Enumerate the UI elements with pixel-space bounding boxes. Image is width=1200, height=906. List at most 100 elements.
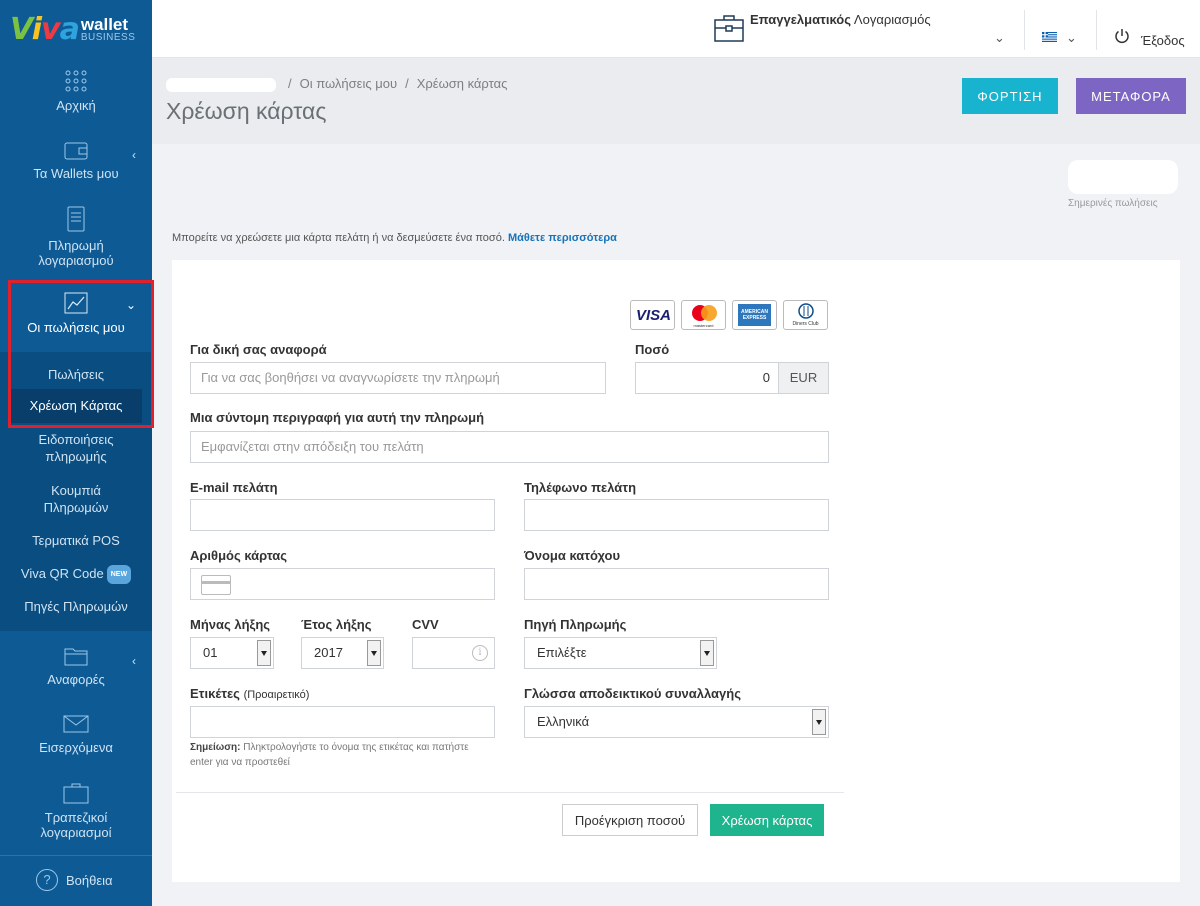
sidebar-item-inbox[interactable]: Εισερχόμενα [0,714,152,755]
sidebar: Viva wallet BUSINESS Αρχική ‹ Τα Wallets… [0,0,154,906]
submenu-item-pos-terminals[interactable]: Τερματικά POS [0,532,152,549]
tags-input[interactable] [190,706,495,738]
amount-input[interactable]: 0 EUR [635,362,829,394]
email-label: E-mail πελάτη [190,480,278,495]
dropdown-arrow-icon [700,640,714,666]
divider [1096,10,1097,50]
diners-club-icon: Diners Club [783,300,828,330]
payment-source-label: Πηγή Πληρωμής [524,617,627,632]
transfer-button[interactable]: ΜΕΤΑΦΟΡΑ [1076,78,1186,114]
tags-label: Ετικέτες (Προαιρετικό) [190,686,310,701]
email-input[interactable] [190,499,495,531]
visa-icon: VISA [630,300,675,330]
wallet-icon [64,142,88,160]
account-selector[interactable]: Επαγγελματικός Λογαριασμός [750,12,931,27]
account-label: Λογαριασμός [853,12,931,27]
page-header: / Οι πωλήσεις μου / Χρέωση κάρτας Χρέωση κά… [152,58,1200,144]
exp-month-select[interactable]: 01 [190,637,274,669]
card-number-input[interactable] [190,568,495,600]
sidebar-item-label: Τα Wallets μου [33,166,119,181]
submenu-item-payment-notifications[interactable]: Ειδοποιήσεις πληρωμής [0,431,152,465]
info-icon[interactable]: i [472,645,488,661]
logo-business-text: BUSINESS [80,31,136,43]
preauthorize-button[interactable]: Προέγκριση ποσού [562,804,698,836]
currency-addon: EUR [778,363,828,393]
payment-source-value: Επιλέξτε [537,645,587,660]
sidebar-item-label: Βοήθεια [66,872,113,888]
todays-sales-label: Σημερινές πωλήσεις [1068,198,1158,209]
dropdown-arrow-icon [257,640,271,666]
logo-wallet-text: wallet [80,14,129,34]
chevron-down-icon[interactable]: ⌄ [1066,30,1077,46]
viva-wallet-logo[interactable]: Viva wallet BUSINESS [0,0,152,58]
mastercard-icon: mastercard [681,300,726,330]
redacted-breadcrumb [166,78,276,92]
learn-more-link[interactable]: Μάθετε περισσότερα [508,232,617,244]
charge-card-button[interactable]: Χρέωση κάρτας [710,804,824,836]
optional-hint: (Προαιρετικό) [243,689,310,701]
exp-year-select[interactable]: 2017 [301,637,384,669]
sidebar-item-label: Πληρωμή λογαριασμού [38,238,114,268]
description-label: Μια σύντομη περιγραφή για αυτή την πληρω… [190,410,485,425]
briefcase-icon [63,783,89,804]
receipt-language-value: Ελληνικά [537,714,590,729]
sidebar-item-home[interactable]: Αρχική [0,70,152,113]
intro-text: Μπορείτε να χρεώσετε μια κάρτα πελάτη ή … [172,232,617,244]
cardholder-input[interactable] [524,568,829,600]
cardholder-label: Όνομα κατόχου [524,548,621,563]
receipt-language-select[interactable]: Ελληνικά [524,706,829,738]
sidebar-item-help[interactable]: ? Βοήθεια [36,869,113,891]
breadcrumb: / Οι πωλήσεις μου / Χρέωση κάρτας [288,76,508,91]
logo-viva-text: Viva [10,11,80,47]
sidebar-item-label: Αναφορές [47,672,105,687]
logout-link[interactable]: Έξοδος [1141,33,1185,48]
amount-label: Ποσό [635,342,670,357]
divider [1024,10,1025,50]
top-bar: Επαγγελματικός Λογαριασμός ⌄ ⌄ Έξοδος [152,0,1200,58]
dropdown-arrow-icon [812,709,826,735]
card-number-label: Αριθμός κάρτας [190,548,288,563]
exp-year-value: 2017 [314,645,343,660]
breadcrumb-item[interactable]: Οι πωλήσεις μου [300,76,397,91]
submenu-item-payment-buttons[interactable]: Κουμπιά Πληρωμών [0,482,152,516]
breadcrumb-item: Χρέωση κάρτας [416,76,508,91]
sidebar-item-bank-accounts[interactable]: Τραπεζικοί λογαριασμοί [0,782,152,840]
sidebar-item-label: Εισερχόμενα [39,740,113,755]
help-icon: ? [36,869,58,891]
receipt-language-label: Γλώσσα αποδεικτικού συναλλαγής [524,686,741,701]
cvv-input[interactable]: i [412,637,495,669]
sidebar-item-label: Αρχική [56,98,96,113]
top-up-button[interactable]: ΦΟΡΤΙΣΗ [962,78,1058,114]
amex-icon: AMERICAN EXPRESS [732,300,777,330]
submenu-item-qr-code[interactable]: Viva QR Code NEW [0,565,152,585]
credit-card-icon [201,575,231,595]
envelope-icon [63,715,89,733]
chevron-down-icon[interactable]: ⌄ [994,30,1005,46]
tags-note: Σημείωση: Πληκτρολογήστε το όνομα της ετ… [190,742,469,768]
payment-source-select[interactable]: Επιλέξτε [524,637,717,669]
phone-label: Τηλέφωνο πελάτη [524,480,637,495]
reference-input[interactable]: Για να σας βοηθήσει να αναγνωρίσετε την … [190,362,606,394]
exp-month-label: Μήνας λήξης [190,617,271,632]
dropdown-arrow-icon [367,640,381,666]
phone-input[interactable] [524,499,829,531]
redacted-sales-amount [1068,160,1178,194]
account-type: Επαγγελματικός [750,12,851,27]
exp-year-label: Έτος λήξης [301,617,372,632]
greek-flag-icon[interactable] [1042,32,1057,42]
grid-icon [65,70,87,92]
reference-label: Για δική σας αναφορά [190,342,327,357]
submenu-item-payment-sources[interactable]: Πηγές Πληρωμών [0,598,152,615]
sidebar-item-reports[interactable]: ‹ Αναφορές [0,646,152,687]
bill-icon [67,206,85,232]
power-icon[interactable] [1114,28,1130,44]
sidebar-item-wallets[interactable]: ‹ Τα Wallets μου [0,140,152,181]
new-badge: NEW [106,565,132,585]
chevron-left-icon: ‹ [132,148,136,162]
sidebar-item-label: Τραπεζικοί λογαριασμοί [40,810,112,840]
sidebar-item-pay-bill[interactable]: Πληρωμή λογαριασμού [0,206,152,268]
description-input[interactable]: Εμφανίζεται στην απόδειξη του πελάτη [190,431,829,463]
sidebar-divider [0,855,152,856]
chevron-left-icon: ‹ [132,654,136,668]
cvv-label: CVV [412,617,439,632]
